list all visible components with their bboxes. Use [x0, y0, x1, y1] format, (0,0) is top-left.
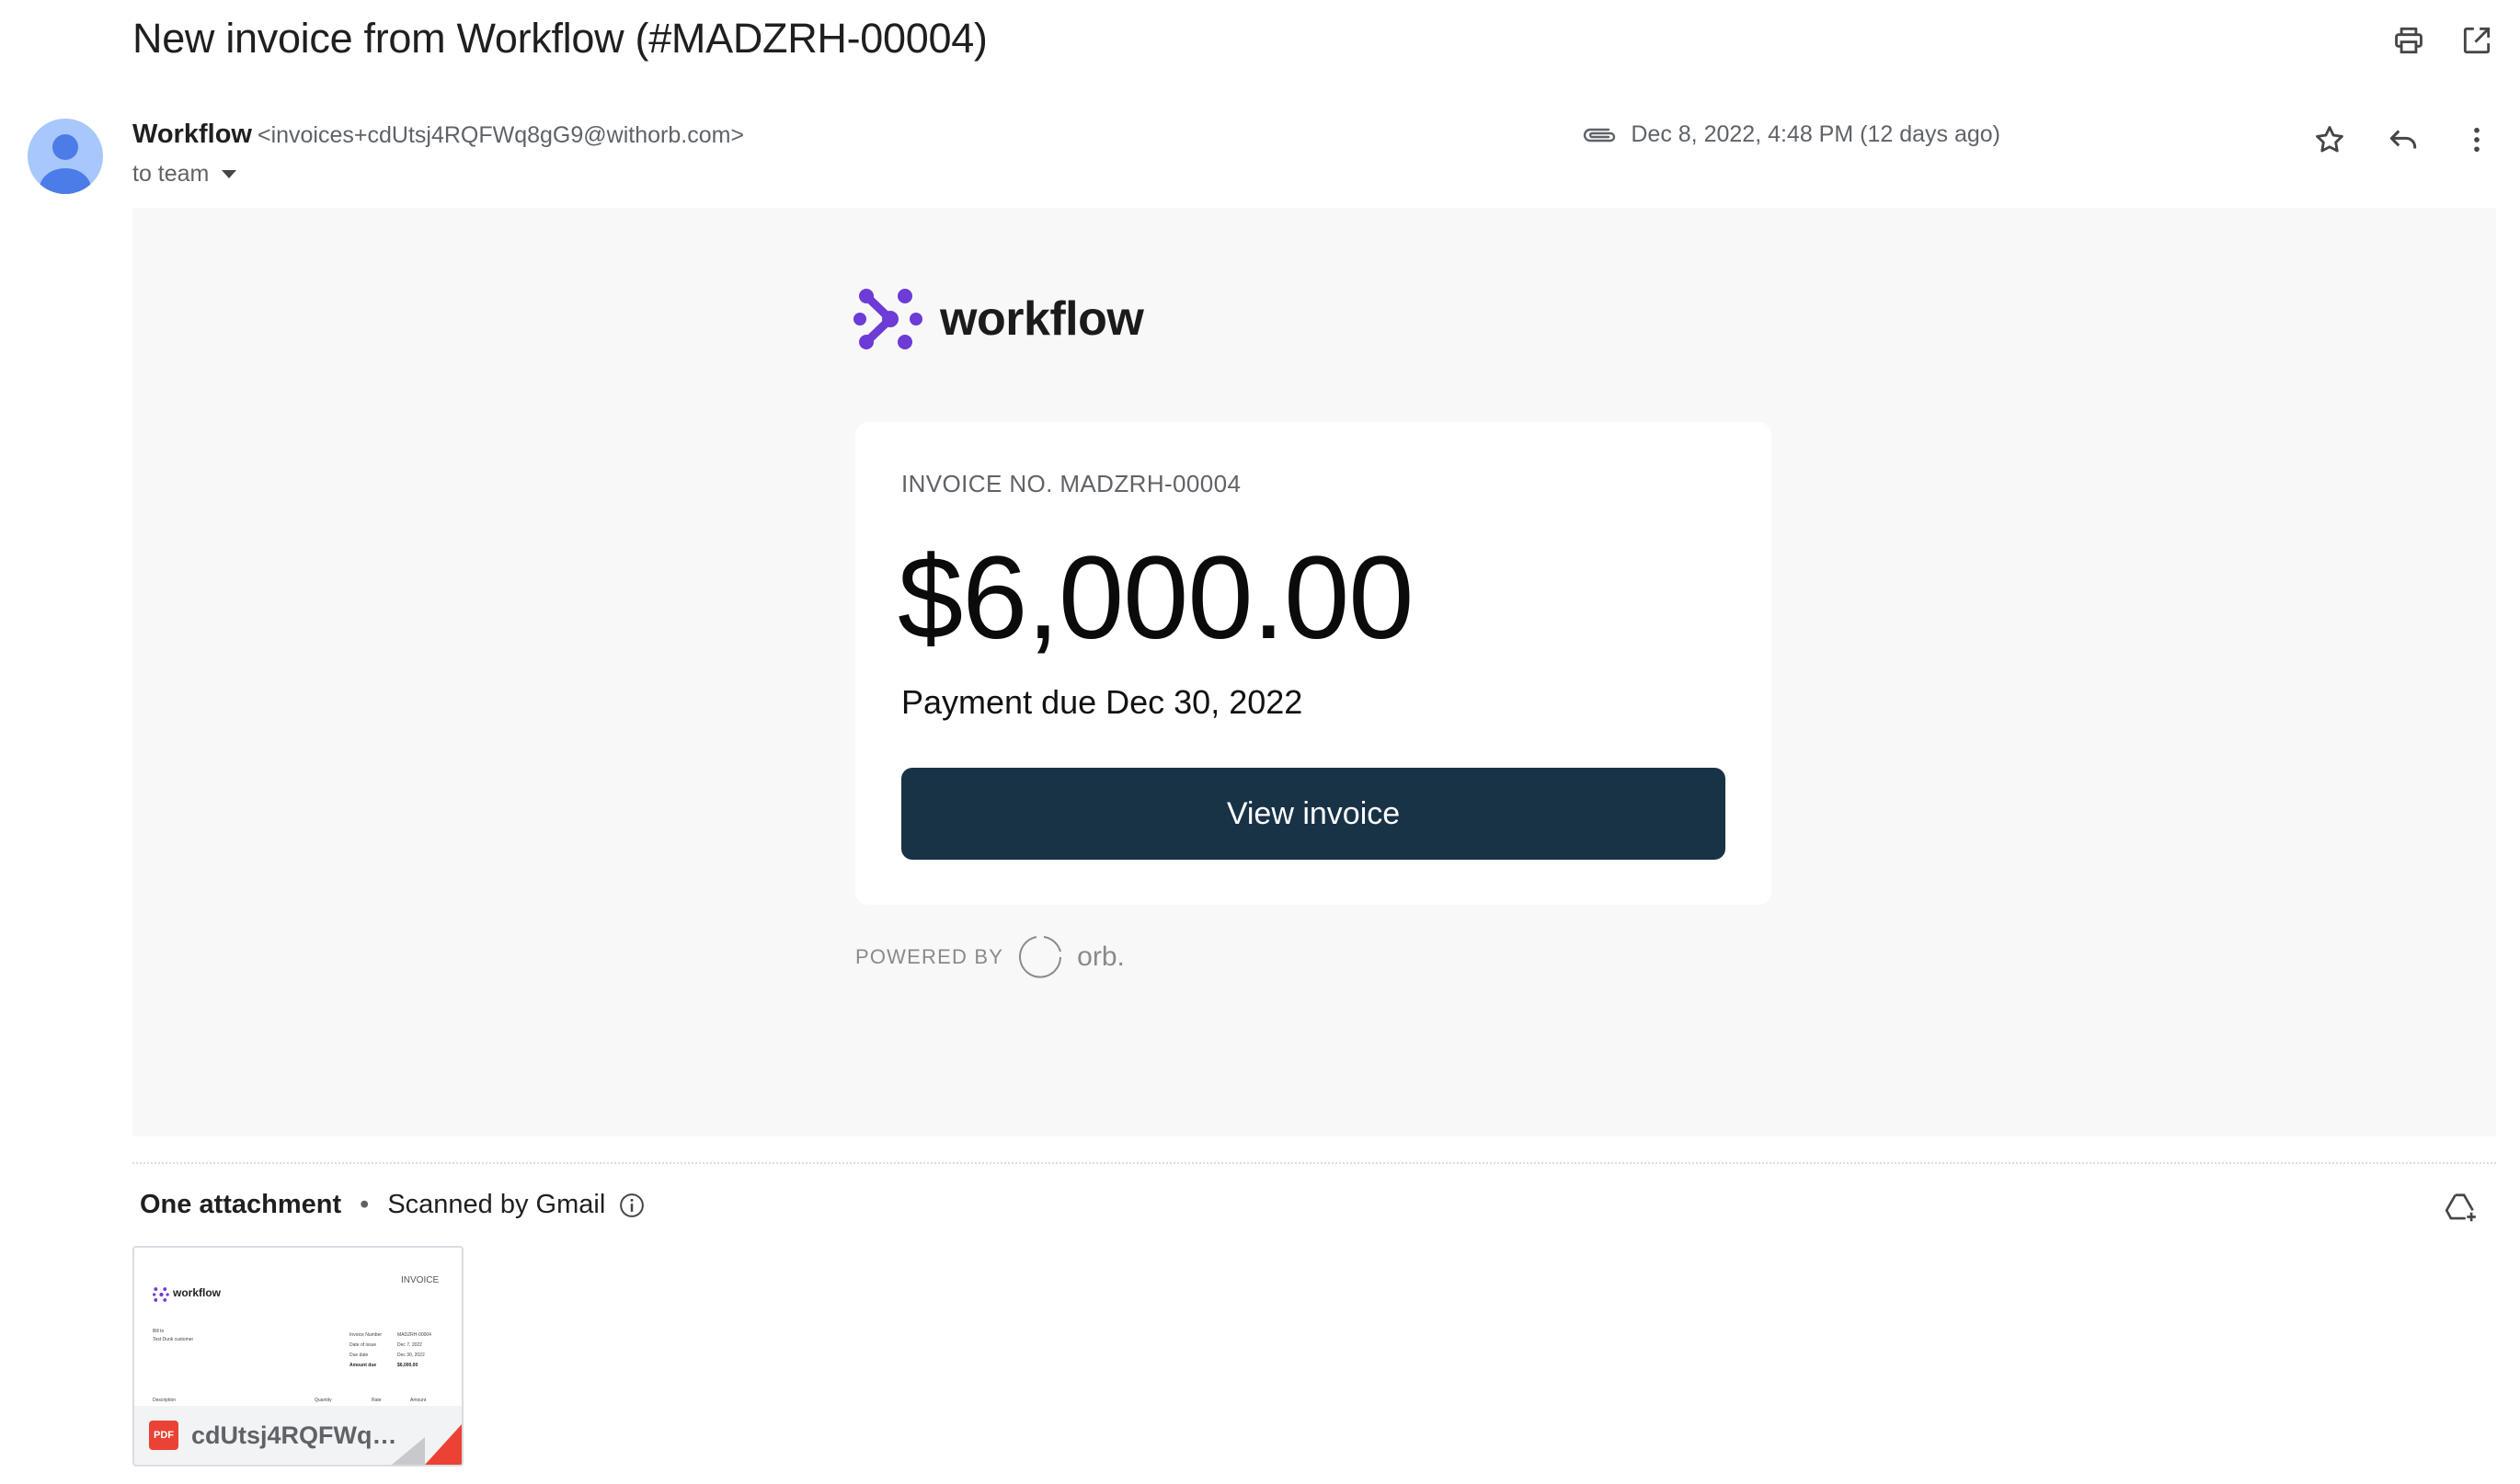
preview-row2-value: Dec 7, 2022	[397, 1342, 422, 1348]
divider	[132, 1162, 2496, 1164]
preview-row1-label: Invoice Number	[349, 1332, 383, 1338]
email-date: Dec 8, 2022, 4:48 PM (12 days ago)	[1631, 121, 2000, 147]
pdf-icon: PDF	[149, 1421, 178, 1450]
sender-email: <invoices+cdUtsj4RQFWq8gG9@withorb.com>	[257, 122, 745, 148]
preview-row2-label: Date of issue	[349, 1342, 377, 1348]
preview-col-rate: Rate	[372, 1398, 382, 1403]
open-in-new-window-icon	[2463, 27, 2491, 54]
recipients-toggle[interactable]: to team	[132, 161, 237, 188]
star-icon	[2316, 126, 2343, 153]
preview-row4-label: Amount due	[349, 1363, 377, 1368]
attachment-preview: workflow INVOICE Bill to Test Dunk custo…	[134, 1248, 462, 1406]
open-in-new-window-button[interactable]	[2451, 15, 2503, 66]
invoice-amount: $6,000.00	[898, 532, 1414, 664]
workflow-logo-icon	[153, 1287, 169, 1302]
print-button[interactable]	[2383, 15, 2434, 66]
sender-name[interactable]: Workflow	[132, 120, 252, 149]
reply-button[interactable]	[2377, 114, 2429, 166]
email-meta: Dec 8, 2022, 4:48 PM (12 days ago)	[1581, 121, 2000, 148]
page-fold-icon	[392, 1424, 462, 1465]
preview-col-quantity: Quantity	[315, 1398, 332, 1403]
info-icon[interactable]	[618, 1192, 646, 1219]
attachments-title: One attachment	[140, 1190, 342, 1219]
chevron-down-icon	[222, 170, 237, 178]
powered-by-label: POWERED BY	[855, 945, 1004, 968]
preview-col-description: Description	[153, 1398, 177, 1403]
paperclip-icon	[1584, 128, 1616, 142]
invoice-card: INVOICE NO. MADZRH-00004 $6,000.00 Payme…	[855, 422, 1771, 905]
preview-bill-to-label: Bill to	[153, 1329, 165, 1334]
preview-heading: INVOICE	[401, 1275, 440, 1285]
preview-col-amount: Amount	[410, 1398, 427, 1403]
workflow-logo-icon	[853, 289, 922, 349]
sender-line: Workflow <invoices+cdUtsj4RQFWq8gG9@witho…	[132, 120, 744, 150]
orb-logo-icon	[1019, 936, 1062, 978]
invoice-number: INVOICE NO. MADZRH-00004	[901, 470, 1242, 497]
recipients-label: to team	[132, 161, 210, 187]
orb-brand: orb.	[1077, 942, 1125, 972]
star-button[interactable]	[2304, 114, 2355, 166]
preview-row3-label: Due date	[349, 1353, 369, 1358]
more-vert-icon	[2474, 127, 2480, 153]
separator-dot: •	[360, 1190, 370, 1219]
print-icon	[2395, 27, 2423, 54]
sender-avatar[interactable]	[28, 119, 103, 194]
powered-by[interactable]: POWERED BY orb.	[855, 933, 1125, 981]
brand-name: workflow	[940, 292, 1144, 346]
attachment-file-name: cdUtsj4RQFWq8g...	[191, 1421, 408, 1449]
preview-row1-value: MADZRH-00004	[397, 1332, 431, 1338]
preview-brand: workflow	[173, 1286, 222, 1299]
preview-row3-value: Dec 30, 2022	[397, 1353, 425, 1358]
more-options-button[interactable]	[2451, 114, 2503, 166]
reply-icon	[2389, 130, 2417, 149]
person-icon	[40, 134, 91, 194]
add-to-drive-icon	[2445, 1193, 2476, 1222]
attachment-card[interactable]: workflow INVOICE Bill to Test Dunk custo…	[132, 1246, 464, 1467]
attachments-header: One attachment • Scanned by Gmail	[140, 1190, 646, 1220]
workflow-logo: workflow	[853, 287, 1144, 351]
email-subject: New invoice from Workflow (#MADZRH-00004…	[132, 15, 988, 62]
add-to-drive-button[interactable]	[2435, 1182, 2487, 1234]
preview-row4-value: $6,000.00	[397, 1363, 418, 1368]
scanned-by-gmail: Scanned by Gmail	[387, 1190, 606, 1219]
view-invoice-button[interactable]: View invoice	[901, 768, 1725, 860]
payment-due: Payment due Dec 30, 2022	[901, 683, 1303, 721]
preview-bill-to-value: Test Dunk customer	[153, 1337, 194, 1342]
